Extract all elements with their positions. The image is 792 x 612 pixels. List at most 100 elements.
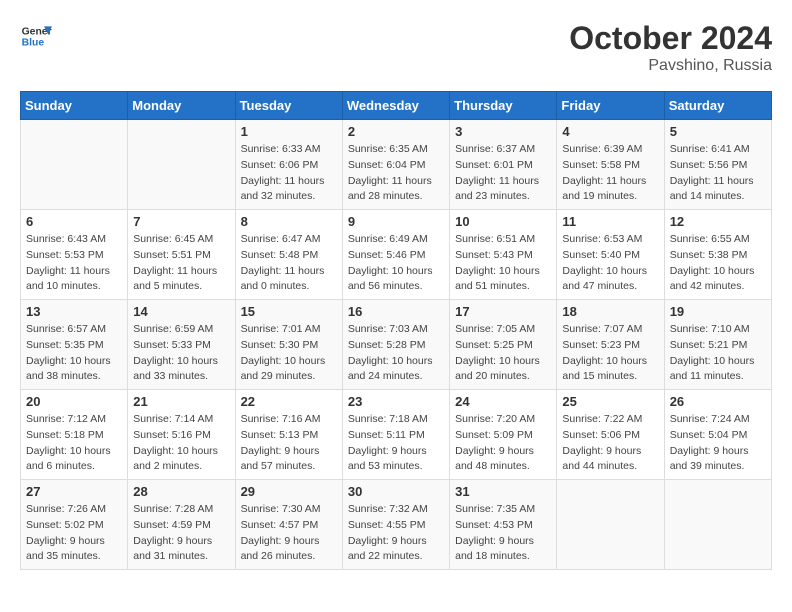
- day-number: 17: [455, 304, 551, 319]
- day-number: 26: [670, 394, 766, 409]
- calendar-cell: [664, 480, 771, 570]
- calendar-cell: 1 Sunrise: 6:33 AM Sunset: 6:06 PM Daylig…: [235, 120, 342, 210]
- day-info: Sunrise: 7:30 AM Sunset: 4:57 PM Dayligh…: [241, 502, 337, 565]
- day-number: 29: [241, 484, 337, 499]
- day-number: 31: [455, 484, 551, 499]
- week-row-2: 6 Sunrise: 6:43 AM Sunset: 5:53 PM Daylig…: [21, 210, 772, 300]
- calendar-cell: 5 Sunrise: 6:41 AM Sunset: 5:56 PM Daylig…: [664, 120, 771, 210]
- day-header-saturday: Saturday: [664, 92, 771, 120]
- day-number: 25: [562, 394, 658, 409]
- calendar-cell: 28Sunrise: 7:28 AM Sunset: 4:59 PM Dayli…: [128, 480, 235, 570]
- day-info: Sunrise: 7:05 AM Sunset: 5:25 PM Dayligh…: [455, 322, 551, 385]
- page-header: General Blue October 2024 Pavshino, Russ…: [20, 20, 772, 75]
- calendar-cell: 3Sunrise: 6:37 AM Sunset: 6:01 PM Daylig…: [450, 120, 557, 210]
- calendar-cell: 4 Sunrise: 6:39 AM Sunset: 5:58 PM Daylig…: [557, 120, 664, 210]
- day-number: 10: [455, 214, 551, 229]
- day-number: 13: [26, 304, 122, 319]
- calendar-cell: [128, 120, 235, 210]
- day-info: Sunrise: 6:33 AM Sunset: 6:06 PM Dayligh…: [241, 142, 337, 205]
- day-number: 27: [26, 484, 122, 499]
- day-number: 3: [455, 124, 551, 139]
- day-header-wednesday: Wednesday: [342, 92, 449, 120]
- day-number: 24: [455, 394, 551, 409]
- day-info: Sunrise: 7:12 AM Sunset: 5:18 PM Dayligh…: [26, 412, 122, 475]
- day-info: Sunrise: 7:10 AM Sunset: 5:21 PM Dayligh…: [670, 322, 766, 385]
- day-info: Sunrise: 7:28 AM Sunset: 4:59 PM Dayligh…: [133, 502, 229, 565]
- day-number: 11: [562, 214, 658, 229]
- day-number: 5: [670, 124, 766, 139]
- calendar-cell: 26 Sunrise: 7:24 AM Sunset: 5:04 PM Dayli…: [664, 390, 771, 480]
- calendar-cell: 24Sunrise: 7:20 AM Sunset: 5:09 PM Dayli…: [450, 390, 557, 480]
- day-info: Sunrise: 6:45 AM Sunset: 5:51 PM Dayligh…: [133, 232, 229, 295]
- calendar-cell: 14 Sunrise: 6:59 AM Sunset: 5:33 PM Dayli…: [128, 300, 235, 390]
- day-number: 18: [562, 304, 658, 319]
- day-info: Sunrise: 7:32 AM Sunset: 4:55 PM Dayligh…: [348, 502, 444, 565]
- day-number: 22: [241, 394, 337, 409]
- calendar-cell: 9 Sunrise: 6:49 AM Sunset: 5:46 PM Daylig…: [342, 210, 449, 300]
- day-info: Sunrise: 6:39 AM Sunset: 5:58 PM Dayligh…: [562, 142, 658, 205]
- calendar-cell: 18 Sunrise: 7:07 AM Sunset: 5:23 PM Dayli…: [557, 300, 664, 390]
- day-header-friday: Friday: [557, 92, 664, 120]
- day-number: 15: [241, 304, 337, 319]
- week-row-4: 20 Sunrise: 7:12 AM Sunset: 5:18 PM Dayli…: [21, 390, 772, 480]
- week-row-5: 27 Sunrise: 7:26 AM Sunset: 5:02 PM Dayli…: [21, 480, 772, 570]
- calendar-cell: 16Sunrise: 7:03 AM Sunset: 5:28 PM Dayli…: [342, 300, 449, 390]
- week-row-1: 1 Sunrise: 6:33 AM Sunset: 6:06 PM Daylig…: [21, 120, 772, 210]
- day-header-sunday: Sunday: [21, 92, 128, 120]
- day-number: 19: [670, 304, 766, 319]
- day-number: 7: [133, 214, 229, 229]
- day-number: 9: [348, 214, 444, 229]
- day-info: Sunrise: 6:35 AM Sunset: 6:04 PM Dayligh…: [348, 142, 444, 205]
- calendar-cell: 7 Sunrise: 6:45 AM Sunset: 5:51 PM Daylig…: [128, 210, 235, 300]
- day-info: Sunrise: 7:18 AM Sunset: 5:11 PM Dayligh…: [348, 412, 444, 475]
- day-number: 23: [348, 394, 444, 409]
- week-row-3: 13 Sunrise: 6:57 AM Sunset: 5:35 PM Dayli…: [21, 300, 772, 390]
- calendar-cell: 8Sunrise: 6:47 AM Sunset: 5:48 PM Daylig…: [235, 210, 342, 300]
- day-info: Sunrise: 6:43 AM Sunset: 5:53 PM Dayligh…: [26, 232, 122, 295]
- day-info: Sunrise: 7:26 AM Sunset: 5:02 PM Dayligh…: [26, 502, 122, 565]
- day-info: Sunrise: 6:53 AM Sunset: 5:40 PM Dayligh…: [562, 232, 658, 295]
- calendar-cell: 27 Sunrise: 7:26 AM Sunset: 5:02 PM Dayli…: [21, 480, 128, 570]
- day-info: Sunrise: 6:57 AM Sunset: 5:35 PM Dayligh…: [26, 322, 122, 385]
- calendar-cell: 30 Sunrise: 7:32 AM Sunset: 4:55 PM Dayli…: [342, 480, 449, 570]
- location: Pavshino, Russia: [569, 57, 772, 75]
- day-header-monday: Monday: [128, 92, 235, 120]
- day-number: 16: [348, 304, 444, 319]
- day-info: Sunrise: 6:41 AM Sunset: 5:56 PM Dayligh…: [670, 142, 766, 205]
- day-info: Sunrise: 7:35 AM Sunset: 4:53 PM Dayligh…: [455, 502, 551, 565]
- day-info: Sunrise: 7:24 AM Sunset: 5:04 PM Dayligh…: [670, 412, 766, 475]
- day-info: Sunrise: 7:14 AM Sunset: 5:16 PM Dayligh…: [133, 412, 229, 475]
- calendar-cell: 25 Sunrise: 7:22 AM Sunset: 5:06 PM Dayli…: [557, 390, 664, 480]
- calendar-cell: 2 Sunrise: 6:35 AM Sunset: 6:04 PM Daylig…: [342, 120, 449, 210]
- calendar-cell: 6 Sunrise: 6:43 AM Sunset: 5:53 PM Daylig…: [21, 210, 128, 300]
- day-number: 21: [133, 394, 229, 409]
- day-number: 2: [348, 124, 444, 139]
- calendar-cell: 23 Sunrise: 7:18 AM Sunset: 5:11 PM Dayli…: [342, 390, 449, 480]
- day-number: 6: [26, 214, 122, 229]
- calendar-cell: 13 Sunrise: 6:57 AM Sunset: 5:35 PM Dayli…: [21, 300, 128, 390]
- day-number: 30: [348, 484, 444, 499]
- calendar-cell: 15Sunrise: 7:01 AM Sunset: 5:30 PM Dayli…: [235, 300, 342, 390]
- day-info: Sunrise: 7:16 AM Sunset: 5:13 PM Dayligh…: [241, 412, 337, 475]
- logo-icon: General Blue: [20, 20, 52, 52]
- day-header-tuesday: Tuesday: [235, 92, 342, 120]
- day-info: Sunrise: 6:55 AM Sunset: 5:38 PM Dayligh…: [670, 232, 766, 295]
- calendar-cell: 19 Sunrise: 7:10 AM Sunset: 5:21 PM Dayli…: [664, 300, 771, 390]
- calendar-cell: 11 Sunrise: 6:53 AM Sunset: 5:40 PM Dayli…: [557, 210, 664, 300]
- calendar-cell: 10Sunrise: 6:51 AM Sunset: 5:43 PM Dayli…: [450, 210, 557, 300]
- calendar-cell: [21, 120, 128, 210]
- calendar-cell: 22 Sunrise: 7:16 AM Sunset: 5:13 PM Dayli…: [235, 390, 342, 480]
- month-title: October 2024: [569, 20, 772, 57]
- day-number: 1: [241, 124, 337, 139]
- day-info: Sunrise: 7:07 AM Sunset: 5:23 PM Dayligh…: [562, 322, 658, 385]
- calendar-cell: 31 Sunrise: 7:35 AM Sunset: 4:53 PM Dayli…: [450, 480, 557, 570]
- day-number: 4: [562, 124, 658, 139]
- day-info: Sunrise: 6:49 AM Sunset: 5:46 PM Dayligh…: [348, 232, 444, 295]
- calendar-cell: [557, 480, 664, 570]
- day-info: Sunrise: 6:47 AM Sunset: 5:48 PM Dayligh…: [241, 232, 337, 295]
- day-info: Sunrise: 6:59 AM Sunset: 5:33 PM Dayligh…: [133, 322, 229, 385]
- day-number: 14: [133, 304, 229, 319]
- day-info: Sunrise: 7:22 AM Sunset: 5:06 PM Dayligh…: [562, 412, 658, 475]
- calendar-cell: 20 Sunrise: 7:12 AM Sunset: 5:18 PM Dayli…: [21, 390, 128, 480]
- day-number: 20: [26, 394, 122, 409]
